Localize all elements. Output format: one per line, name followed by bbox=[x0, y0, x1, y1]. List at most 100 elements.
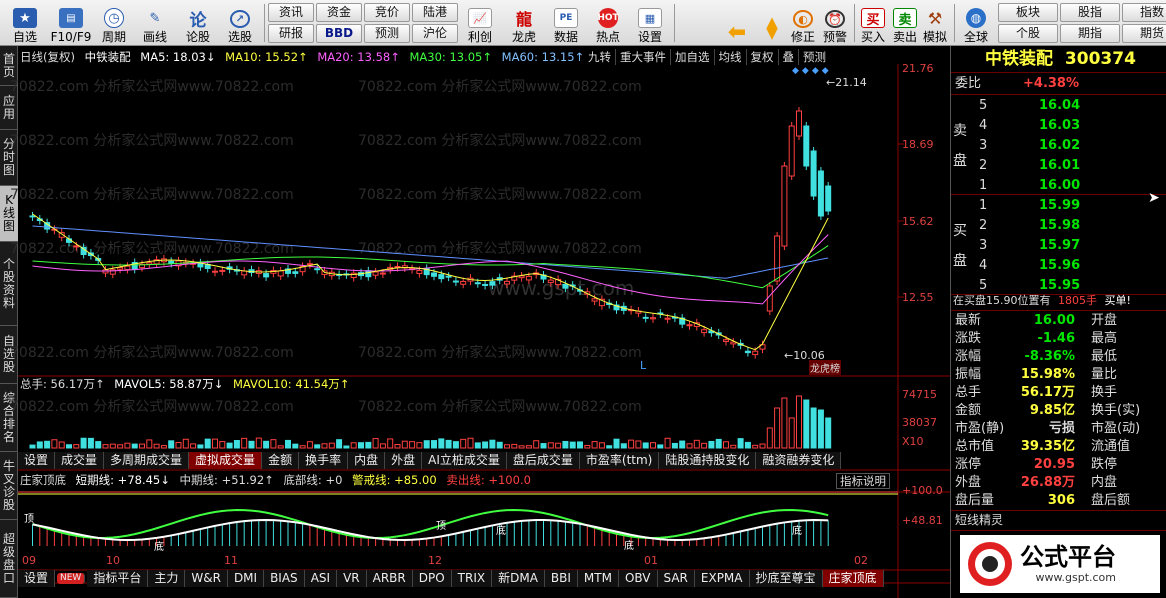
indicator-tab-4[interactable]: W&R bbox=[185, 570, 228, 587]
toolbar-grid-zijin[interactable]: 资金 bbox=[316, 3, 362, 22]
short-spirit-title[interactable]: 短线精灵 bbox=[955, 512, 1003, 528]
indicator-tab-8[interactable]: VR bbox=[337, 570, 367, 587]
buy-level-row[interactable]: 3 15.97 bbox=[951, 236, 1149, 256]
indicator-tab-11[interactable]: TRIX bbox=[451, 570, 493, 587]
toolbar-grid-qizhi[interactable]: 期指 bbox=[1060, 24, 1120, 43]
toolbar-grid-hulun[interactable]: 沪伦 bbox=[412, 24, 458, 43]
tab-4[interactable]: 金额 bbox=[262, 452, 300, 469]
toolbar-grid-zhishu[interactable]: 指数 bbox=[1122, 3, 1166, 22]
indicator-tab-6[interactable]: BIAS bbox=[264, 570, 305, 587]
toolbar-button-f10[interactable]: ▤ F10/F9 bbox=[48, 2, 94, 44]
toolbar-button-global[interactable]: ◍ 全球 bbox=[958, 2, 994, 44]
stat-key-2: 盘后额 bbox=[1091, 493, 1131, 508]
indicator-tab-1[interactable]: NEW bbox=[57, 573, 86, 584]
candle-body bbox=[650, 317, 656, 320]
tab-7[interactable]: 外盘 bbox=[385, 452, 423, 469]
tab-0[interactable]: 设置 bbox=[18, 452, 56, 469]
toolbar-button-longhu[interactable]: 龍 龙虎 bbox=[504, 2, 544, 44]
stat-value: -8.36% bbox=[1024, 349, 1076, 364]
stat-key: 盘后量 bbox=[955, 493, 995, 508]
toolbar-grid-lugang[interactable]: 陆港 bbox=[412, 3, 458, 22]
toolbar-button-xuangu[interactable]: ↗ 选股 bbox=[220, 2, 260, 44]
indicator-tab-19[interactable]: 庄家顶底 bbox=[822, 570, 884, 587]
left-tab-ranking[interactable]: 综合排名 bbox=[0, 384, 18, 452]
toolbar-button-settings[interactable]: ▦ 设置 bbox=[630, 2, 670, 44]
indicator-tab-13[interactable]: BBI bbox=[544, 570, 578, 587]
toolbar-button-period[interactable]: ◷ 周期 bbox=[94, 2, 134, 44]
toolbar-button-lungu[interactable]: 论 论股 bbox=[178, 2, 218, 45]
volume-bar bbox=[306, 441, 313, 449]
toolbar-grid-bbd[interactable]: BBD bbox=[316, 24, 362, 43]
sell-level-row[interactable]: 5 16.04 bbox=[951, 96, 1149, 116]
tab-12[interactable]: 融资融券变化 bbox=[756, 452, 842, 469]
left-tab-diagnosis[interactable]: 牛叉诊股 bbox=[0, 452, 18, 520]
volume-bar bbox=[263, 440, 270, 449]
toolbar-button-lichuang[interactable]: 📈 利创 bbox=[460, 2, 500, 44]
toolbar-grid-bankuai[interactable]: 板块 bbox=[998, 3, 1058, 22]
volume-bar bbox=[292, 443, 299, 449]
toolbar-button-yujing[interactable]: ⏰ 预警 bbox=[820, 2, 850, 44]
tab-11[interactable]: 陆股通持股变化 bbox=[659, 452, 757, 469]
indicator-tab-12[interactable]: 新DMA bbox=[492, 570, 545, 587]
left-tab-super-order[interactable]: 超级盘口 bbox=[0, 520, 18, 598]
toolbar-button-draw[interactable]: ✎ 画线 bbox=[136, 2, 174, 45]
sell-level-row[interactable]: 4 16.03 bbox=[951, 116, 1149, 136]
toolbar-button-hot[interactable]: HOT 热点 bbox=[588, 2, 628, 44]
toolbar-grid-yanbao[interactable]: 研报 bbox=[268, 24, 314, 43]
volume-bar bbox=[562, 440, 569, 449]
toolbar-button-buy[interactable]: 买 买入 bbox=[858, 2, 888, 44]
sell-level-row[interactable]: 2 16.01 bbox=[951, 156, 1149, 176]
settings-icon: ▦ bbox=[638, 8, 662, 28]
tab-3[interactable]: 虚拟成交量 bbox=[189, 452, 263, 469]
indicator-tab-18[interactable]: 抄底至尊宝 bbox=[749, 570, 823, 587]
indicator-tab-9[interactable]: ARBR bbox=[366, 570, 413, 587]
tab-9[interactable]: 盘后成交量 bbox=[506, 452, 580, 469]
toolbar-button-xiuzheng[interactable]: ◐ 修正 bbox=[788, 2, 818, 44]
volume-bar bbox=[796, 395, 802, 449]
indicator-tab-15[interactable]: OBV bbox=[618, 570, 658, 587]
toolbar-button-sell[interactable]: 卖 卖出 bbox=[890, 2, 920, 44]
toolbar-grid-zixun[interactable]: 资讯 bbox=[268, 3, 314, 22]
sell-level-row[interactable]: 1 16.00 bbox=[951, 176, 1149, 196]
buy-level-row[interactable]: 4 15.96 bbox=[951, 256, 1149, 276]
volume-bar bbox=[723, 441, 729, 449]
toolbar-grid-guzhi[interactable]: 股指 bbox=[1060, 3, 1120, 22]
stat-key-2: 市盈(动) bbox=[1091, 421, 1141, 436]
buy-level-row[interactable]: 1 15.99 bbox=[951, 196, 1149, 216]
indicator-tab-7[interactable]: ASI bbox=[304, 570, 338, 587]
indicator-tab-10[interactable]: DPO bbox=[412, 570, 452, 587]
volume-bar bbox=[168, 440, 175, 449]
tab-6[interactable]: 内盘 bbox=[348, 452, 386, 469]
tab-1[interactable]: 成交量 bbox=[55, 452, 105, 469]
event-diamonds-icon[interactable]: ◆◆◆◆ bbox=[792, 66, 832, 76]
stat-key-2: 换手(实) bbox=[1091, 403, 1141, 418]
tab-2[interactable]: 多周期成交量 bbox=[104, 452, 190, 469]
indicator-tab-16[interactable]: SAR bbox=[657, 570, 695, 587]
indicator-tab-5[interactable]: DMI bbox=[227, 570, 265, 587]
dragon-tiger-badge[interactable]: 龙虎榜 bbox=[809, 360, 841, 375]
indicator-tab-0[interactable]: 设置 bbox=[18, 570, 56, 587]
toolbar-button-moni[interactable]: ⚒ 模拟 bbox=[920, 2, 950, 45]
toolbar-button-updown[interactable]: ▲ ▼ bbox=[758, 2, 786, 44]
talk-icon: 论 bbox=[189, 10, 207, 31]
indicator-tab-14[interactable]: MTM bbox=[577, 570, 619, 587]
toolbar-grid-gegu[interactable]: 个股 bbox=[998, 24, 1058, 43]
toolbar-button-data[interactable]: PE 数据 bbox=[546, 2, 586, 44]
indicator-tab-3[interactable]: 主力 bbox=[148, 570, 186, 587]
indicator-tab-2[interactable]: 指标平台 bbox=[87, 570, 149, 587]
toolbar-button-back[interactable]: ⬅ bbox=[720, 2, 754, 45]
stat-value: 9.85亿 bbox=[1029, 403, 1075, 418]
indicator-help-button[interactable]: 指标说明 bbox=[836, 473, 890, 489]
indicator-tab-17[interactable]: EXPMA bbox=[694, 570, 750, 587]
tab-5[interactable]: 换手率 bbox=[299, 452, 349, 469]
tab-8[interactable]: AI立桩成交量 bbox=[422, 452, 507, 469]
toolbar-button-color[interactable] bbox=[678, 2, 716, 44]
buy-level-row[interactable]: 2 15.98 bbox=[951, 216, 1149, 236]
toolbar-grid-qihuo[interactable]: 期货 bbox=[1122, 24, 1166, 43]
toolbar-grid-yuce[interactable]: 预测 bbox=[364, 24, 410, 43]
volume-bar bbox=[197, 444, 204, 449]
toolbar-button-zixuan[interactable]: ★ 自选 bbox=[2, 2, 48, 44]
toolbar-grid-jingjia[interactable]: 竞价 bbox=[364, 3, 410, 22]
sell-level-row[interactable]: 3 16.02 bbox=[951, 136, 1149, 156]
tab-10[interactable]: 市盈率(ttm) bbox=[579, 452, 660, 469]
